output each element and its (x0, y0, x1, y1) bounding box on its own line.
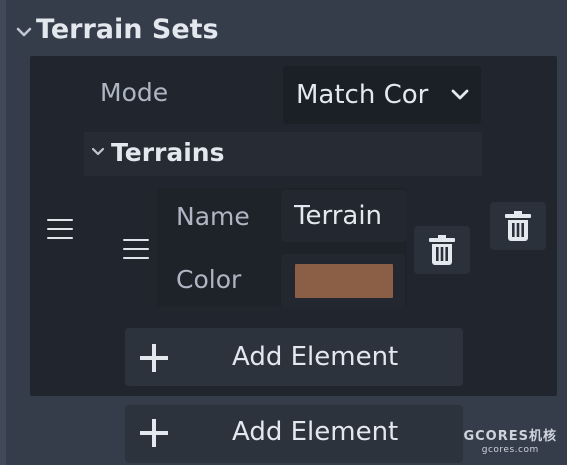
chevron-down-icon (451, 89, 469, 100)
watermark-url: gcores.com (481, 445, 539, 455)
add-terrain-label: Add Element (232, 342, 399, 372)
add-terrain-set-label: Add Element (232, 417, 399, 447)
watermark: GCORES机核 gcores.com (463, 429, 557, 455)
mode-value: Match Cor (296, 80, 429, 110)
color-label: Color (176, 265, 242, 294)
add-terrain-set-button[interactable]: Add Element (125, 405, 463, 463)
terrain-set-drag-handle-icon[interactable] (47, 219, 73, 239)
trash-icon (429, 235, 455, 265)
delete-terrain-button[interactable] (414, 226, 470, 274)
delete-terrain-set-button[interactable] (490, 202, 546, 250)
mode-dropdown[interactable]: Match Cor (283, 66, 481, 124)
watermark-brand: GCORES机核 (463, 429, 557, 444)
section-chevron-down-icon[interactable] (14, 22, 34, 42)
name-label: Name (176, 202, 250, 231)
terrains-chevron-down-icon[interactable] (90, 144, 106, 160)
mode-label: Mode (100, 78, 169, 107)
terrains-title[interactable]: Terrains (111, 135, 224, 171)
color-swatch (295, 264, 393, 298)
color-picker-button[interactable] (281, 254, 405, 308)
terrain-drag-handle-icon[interactable] (123, 239, 149, 259)
plus-icon (140, 419, 168, 447)
add-terrain-button[interactable]: Add Element (125, 328, 463, 386)
plus-icon (140, 344, 168, 372)
trash-icon (505, 211, 531, 241)
name-field[interactable] (281, 190, 407, 242)
panel-edge (0, 0, 6, 465)
section-title[interactable]: Terrain Sets (36, 10, 219, 50)
name-input[interactable] (281, 190, 407, 242)
